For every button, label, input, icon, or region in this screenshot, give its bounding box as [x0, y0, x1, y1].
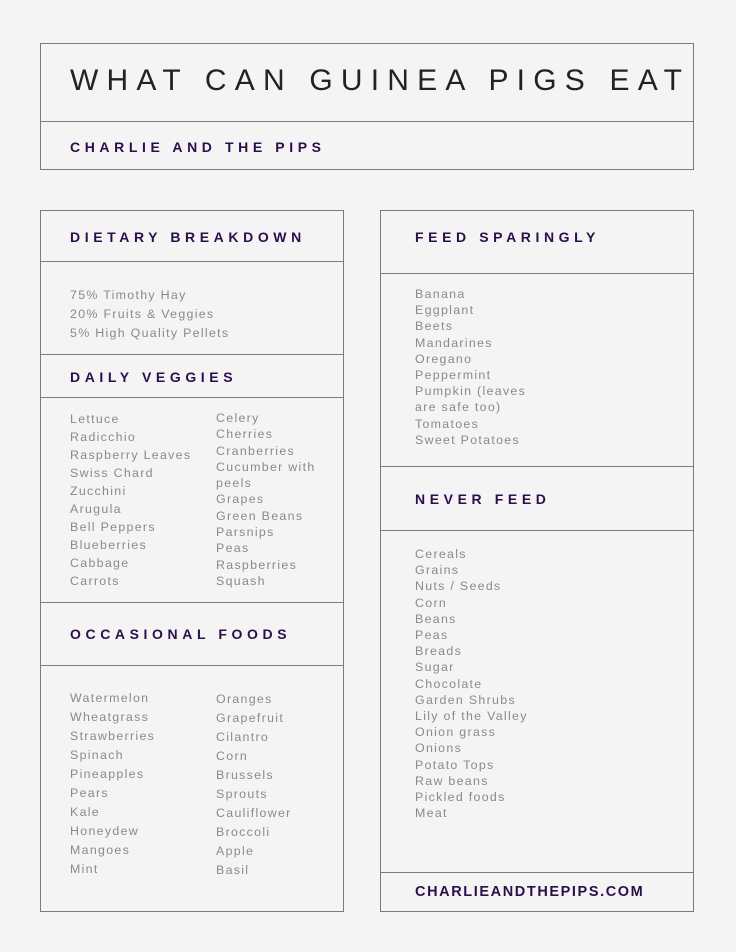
list-item: 5% High Quality Pellets	[70, 326, 230, 340]
never-feed-heading: NEVER FEED	[415, 491, 551, 507]
list-item: Bell Peppers	[70, 520, 156, 534]
list-item: peels	[216, 476, 253, 491]
list-item: Sweet Potatoes	[415, 432, 520, 447]
list-item: Potato Tops	[415, 757, 495, 772]
list-item: Kale	[70, 805, 100, 819]
page-title: WHAT CAN GUINEA PIGS EAT	[70, 64, 691, 97]
list-item: Peas	[216, 541, 250, 556]
list-item: Apple	[216, 844, 255, 858]
list-item: Squash	[216, 573, 266, 588]
list-item: Cranberries	[216, 443, 296, 458]
list-item: Pears	[70, 786, 109, 800]
occasional-col2: Oranges Grapefruit Cilantro Corn Brussels Spr…	[216, 690, 292, 880]
never-feed-list: Cereals Grains Nuts / Seeds Corn Beans Peas Br…	[415, 546, 528, 821]
list-item: Grains	[415, 563, 460, 578]
list-item: Cilantro	[216, 730, 270, 744]
list-item: Pumpkin (leaves	[415, 384, 527, 399]
list-item: Mint	[70, 862, 99, 876]
divider	[40, 602, 344, 603]
brand-subtitle: CHARLIE AND THE PIPS	[70, 139, 326, 155]
list-item: Tomatoes	[415, 416, 480, 431]
list-item: Grapefruit	[216, 711, 285, 725]
list-item: Cherries	[216, 427, 274, 442]
list-item: Mandarines	[415, 335, 493, 350]
list-item: Corn	[216, 749, 249, 763]
list-item: Strawberries	[70, 729, 156, 743]
list-item: Cabbage	[70, 556, 130, 570]
list-item: Onion grass	[415, 725, 497, 740]
list-item: are safe too)	[415, 400, 502, 415]
list-item: Pickled foods	[415, 790, 506, 805]
list-item: Lettuce	[70, 412, 120, 426]
list-item: Cauliflower	[216, 806, 292, 820]
list-item: Green Beans	[216, 508, 304, 523]
divider	[40, 665, 344, 666]
list-item: Sugar	[415, 660, 455, 675]
list-item: Raw beans	[415, 773, 489, 788]
divider	[40, 261, 344, 262]
list-item: Cereals	[415, 547, 467, 561]
daily-veggies-col1: Lettuce Radicchio Raspberry Leaves Swiss Ch…	[70, 410, 191, 590]
list-item: Grapes	[216, 492, 265, 507]
list-item: Oregano	[415, 351, 473, 366]
list-item: Arugula	[70, 502, 122, 516]
list-item: Basil	[216, 863, 250, 877]
dietary-list: 75% Timothy Hay 20% Fruits & Veggies 5% Hi…	[70, 286, 229, 343]
divider	[380, 530, 694, 531]
list-item: Nuts / Seeds	[415, 579, 502, 594]
list-item: Sprouts	[216, 787, 268, 801]
list-item: Zucchini	[70, 484, 127, 498]
list-item: Oranges	[216, 692, 273, 706]
list-item: Meat	[415, 806, 448, 821]
daily-veggies-heading: DAILY VEGGIES	[70, 369, 238, 385]
list-item: Banana	[415, 287, 466, 301]
header-divider	[40, 121, 694, 122]
list-item: Raspberry Leaves	[70, 448, 192, 462]
list-item: Beets	[415, 319, 454, 334]
feed-sparingly-list: Banana Eggplant Beets Mandarines Oregano Pepp…	[415, 286, 526, 448]
occasional-heading: OCCASIONAL FOODS	[70, 626, 292, 642]
list-item: Eggplant	[415, 303, 475, 318]
list-item: 75% Timothy Hay	[70, 288, 187, 302]
divider	[40, 397, 344, 398]
divider	[380, 273, 694, 274]
list-item: Breads	[415, 644, 463, 659]
list-item: Peas	[415, 628, 449, 643]
list-item: Parsnips	[216, 525, 275, 540]
list-item: Wheatgrass	[70, 710, 150, 724]
list-item: Beans	[415, 611, 457, 626]
divider	[40, 354, 344, 355]
divider	[380, 466, 694, 467]
website-link[interactable]: CHARLIEANDTHEPIPS.COM	[415, 884, 644, 900]
list-item: Mangoes	[70, 843, 131, 857]
dietary-heading: DIETARY BREAKDOWN	[70, 229, 306, 245]
list-item: Peppermint	[415, 368, 492, 383]
list-item: Blueberries	[70, 538, 147, 552]
list-item: Carrots	[70, 574, 120, 588]
occasional-col1: Watermelon Wheatgrass Strawberries Spinach P…	[70, 689, 155, 879]
list-item: Brussels	[216, 768, 274, 782]
daily-veggies-col2: Celery Cherries Cranberries Cucumber with pe…	[216, 410, 316, 589]
list-item: Spinach	[70, 748, 124, 762]
divider	[380, 872, 694, 873]
list-item: Corn	[415, 595, 448, 610]
feed-sparingly-heading: FEED SPARINGLY	[415, 229, 600, 245]
list-item: Radicchio	[70, 430, 137, 444]
list-item: Watermelon	[70, 691, 150, 705]
list-item: Lily of the Valley	[415, 709, 528, 724]
list-item: Onions	[415, 741, 463, 756]
list-item: Chocolate	[415, 676, 483, 691]
list-item: 20% Fruits & Veggies	[70, 307, 215, 321]
list-item: Pineapples	[70, 767, 145, 781]
list-item: Raspberries	[216, 557, 298, 572]
list-item: Cucumber with	[216, 459, 316, 474]
list-item: Garden Shrubs	[415, 692, 516, 707]
list-item: Honeydew	[70, 824, 139, 838]
list-item: Broccoli	[216, 825, 271, 839]
list-item: Swiss Chard	[70, 466, 154, 480]
list-item: Celery	[216, 411, 260, 425]
